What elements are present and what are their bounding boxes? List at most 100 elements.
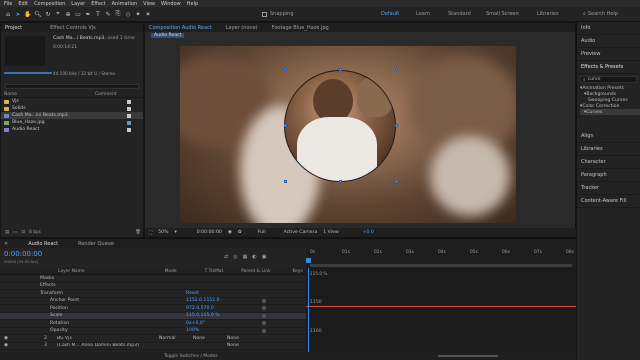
pan-behind-tool-icon[interactable]: ⊕ xyxy=(64,10,72,18)
hand-tool-icon[interactable]: ✋ xyxy=(24,10,32,18)
selection-tool-icon[interactable]: ➤ xyxy=(14,10,22,18)
mask-tool-icon[interactable]: ▭ xyxy=(74,10,82,18)
exposure-value[interactable]: +0.0 xyxy=(363,230,374,235)
motion-blur-icon[interactable]: ◐ xyxy=(252,254,256,260)
interpret-footage-icon[interactable]: ▤ xyxy=(5,230,9,235)
expression-icon[interactable] xyxy=(262,313,266,318)
column-trkmat[interactable]: T TrkMat xyxy=(205,269,224,274)
shy-icon[interactable]: ◎ xyxy=(233,254,237,260)
tab-footage[interactable]: Footage Blue_Haze.jpg xyxy=(272,25,329,31)
label-swatch[interactable] xyxy=(127,127,131,132)
property-value[interactable]: 1152.0,1152.0 xyxy=(186,298,256,303)
transform-handle[interactable] xyxy=(284,180,287,183)
tab-effect-controls[interactable]: Effect Controls Vjs xyxy=(50,25,96,31)
frame-blend-icon[interactable]: ▦ xyxy=(243,254,248,260)
menu-help[interactable]: Help xyxy=(187,1,198,7)
search-help-input[interactable]: Search Help xyxy=(588,11,618,17)
camera-tool-icon[interactable]: ⌖ xyxy=(54,10,62,18)
timeline-property-row[interactable]: Transform Reset xyxy=(0,290,306,298)
zoom-tool-icon[interactable]: 🔍︎ xyxy=(34,10,42,18)
expression-icon[interactable] xyxy=(262,328,266,333)
column-name[interactable]: Name xyxy=(4,92,17,97)
zoom-slider[interactable] xyxy=(437,355,498,357)
panel-align[interactable]: Align xyxy=(577,130,640,143)
column-mode[interactable]: Mode xyxy=(165,269,177,274)
timeline-property-row[interactable]: Rotation 0x+0.0° xyxy=(0,320,306,328)
roto-tool-icon[interactable]: ✦ xyxy=(134,10,142,18)
timeline-property-row[interactable]: Position 972.0,570.0 xyxy=(0,305,306,313)
views-select[interactable]: 1 View xyxy=(323,230,338,235)
property-value[interactable]: Reset xyxy=(186,291,256,296)
camera-select[interactable]: Active Camera xyxy=(284,230,318,235)
panel-preview[interactable]: Preview xyxy=(577,48,640,61)
puppet-tool-icon[interactable]: ✶ xyxy=(144,10,152,18)
playhead-handle[interactable] xyxy=(306,258,311,263)
column-keys[interactable]: Keys xyxy=(293,269,303,274)
home-icon[interactable]: ⌂ xyxy=(4,10,12,18)
tab-layer[interactable]: Layer (none) xyxy=(226,25,258,31)
bpc-label[interactable]: 8 bpc xyxy=(29,230,41,235)
visibility-eye-icon[interactable]: ◉ xyxy=(4,343,8,348)
zoom-select[interactable]: 50% xyxy=(158,230,168,235)
menu-animation[interactable]: Animation xyxy=(112,1,138,7)
workspace-learn[interactable]: Learn xyxy=(416,11,430,17)
menu-layer[interactable]: Layer xyxy=(71,1,85,7)
effects-tree-item[interactable]: ▾ Curves xyxy=(580,109,640,115)
graph-value-line[interactable] xyxy=(306,306,576,307)
property-value[interactable]: 115.0,115.0 % xyxy=(186,313,256,318)
new-folder-icon[interactable]: ▭ xyxy=(13,230,17,235)
brush-tool-icon[interactable]: ✎ xyxy=(104,10,112,18)
panel-effects-presets[interactable]: Effects & Presets xyxy=(577,61,640,74)
label-swatch[interactable] xyxy=(127,120,131,125)
workspace-standard[interactable]: Standard xyxy=(448,11,471,17)
region-icon[interactable]: ⛶ xyxy=(149,230,152,236)
project-list-item[interactable]: Solids xyxy=(1,105,143,112)
snapshot-icon[interactable]: ◉ xyxy=(228,230,232,235)
property-value[interactable]: 0x+0.0° xyxy=(186,321,256,326)
menu-file[interactable]: File xyxy=(4,1,12,7)
panel-paragraph[interactable]: Paragraph xyxy=(577,169,640,182)
snapping-checkbox[interactable] xyxy=(262,11,267,17)
transform-handle[interactable] xyxy=(284,124,287,127)
label-swatch[interactable] xyxy=(127,99,131,104)
panel-info[interactable]: Info xyxy=(577,22,640,35)
close-icon[interactable]: ✕ xyxy=(4,241,8,247)
column-comment[interactable]: Comment xyxy=(95,92,117,97)
resolution-select[interactable]: Full xyxy=(258,230,266,235)
graph-editor-icon[interactable]: ▣ xyxy=(262,254,267,260)
subtab-audio-react[interactable]: Audio React xyxy=(151,33,185,38)
project-search-input[interactable] xyxy=(5,84,139,89)
layer-trkmat-select[interactable]: None xyxy=(193,336,227,341)
pen-tool-icon[interactable]: ✒ xyxy=(84,10,92,18)
timeline-property-row[interactable]: Opacity 100% xyxy=(0,328,306,335)
label-swatch[interactable] xyxy=(127,113,131,118)
visibility-eye-icon[interactable]: ◉ xyxy=(4,336,8,341)
graph-editor[interactable]: 115.0 % 1150 1160 xyxy=(306,268,576,352)
work-area-bar[interactable] xyxy=(310,264,572,267)
timeline-property-row[interactable]: Effects xyxy=(0,283,306,290)
clone-tool-icon[interactable]: ⎘ xyxy=(114,10,122,18)
circle-masked-layer[interactable] xyxy=(284,70,396,182)
viewer-timecode[interactable]: 0:00:00:00 xyxy=(197,230,222,235)
expression-icon[interactable] xyxy=(262,298,266,303)
menu-composition[interactable]: Composition xyxy=(34,1,65,7)
property-value[interactable]: 972.0,570.0 xyxy=(186,306,256,311)
workspace-libraries[interactable]: Libraries xyxy=(537,11,559,17)
timeline-property-row[interactable]: Anchor Point 1152.0,1152.0 xyxy=(0,298,306,305)
layer-parent-select[interactable]: None xyxy=(227,343,267,348)
menu-effect[interactable]: Effect xyxy=(91,1,105,7)
timeline-layer-row[interactable]: ◉ 2 BG Vjs Normal None None xyxy=(0,335,306,343)
timeline-layer-row[interactable]: ◉ 3 [Cash M... Anno Domini Beats.mp3] None xyxy=(0,343,306,350)
panel-libraries[interactable]: Libraries xyxy=(577,143,640,156)
type-tool-icon[interactable]: T xyxy=(94,10,102,18)
panel-character[interactable]: Character xyxy=(577,156,640,169)
property-value[interactable]: 100% xyxy=(186,328,256,333)
comp-flowchart-icon[interactable]: ⇄ xyxy=(224,254,228,260)
panel-content-aware-fill[interactable]: Content-Aware Fill xyxy=(577,195,640,208)
composition-canvas[interactable] xyxy=(180,46,516,223)
eraser-tool-icon[interactable]: ◇ xyxy=(124,10,132,18)
layer-name[interactable]: [Cash M... Anno Domini Beats.mp3] xyxy=(57,343,153,348)
column-parent[interactable]: Parent & Link xyxy=(241,269,270,274)
transform-handle[interactable] xyxy=(339,68,342,71)
toggle-switches-modes[interactable]: Toggle Switches / Modes xyxy=(164,354,218,359)
